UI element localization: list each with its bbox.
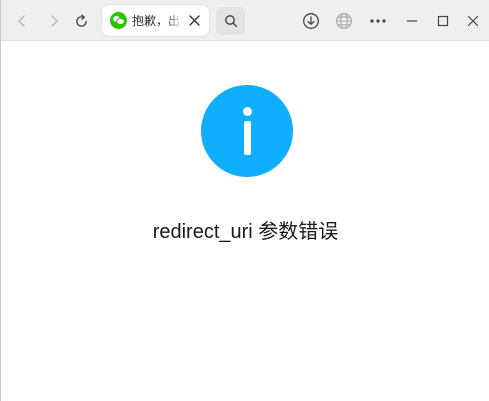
close-window-icon[interactable]: [460, 8, 486, 34]
page-content: redirect_uri 参数错误: [1, 42, 489, 401]
error-message: redirect_uri 参数错误: [152, 221, 339, 243]
title-bar: 抱歉，出错了: [1, 0, 489, 41]
wechat-icon: [110, 12, 127, 29]
info-icon-bar: [244, 121, 251, 155]
browser-tab[interactable]: 抱歉，出错了: [102, 5, 209, 36]
maximize-icon[interactable]: [430, 8, 456, 34]
forward-arrow-icon[interactable]: [41, 8, 67, 34]
close-tab-icon[interactable]: [186, 12, 203, 29]
tab-title: 抱歉，出错了: [132, 14, 182, 28]
download-icon[interactable]: [298, 8, 324, 34]
info-icon-dot: [243, 107, 252, 116]
more-icon[interactable]: [365, 8, 391, 34]
browser-window: 抱歉，出错了 redirect_: [0, 0, 489, 401]
info-icon: [201, 85, 293, 177]
minimize-icon[interactable]: [399, 8, 425, 34]
globe-icon[interactable]: [331, 8, 357, 34]
search-icon[interactable]: [216, 7, 245, 35]
back-arrow-icon[interactable]: [9, 8, 35, 34]
reload-icon[interactable]: [68, 8, 94, 34]
